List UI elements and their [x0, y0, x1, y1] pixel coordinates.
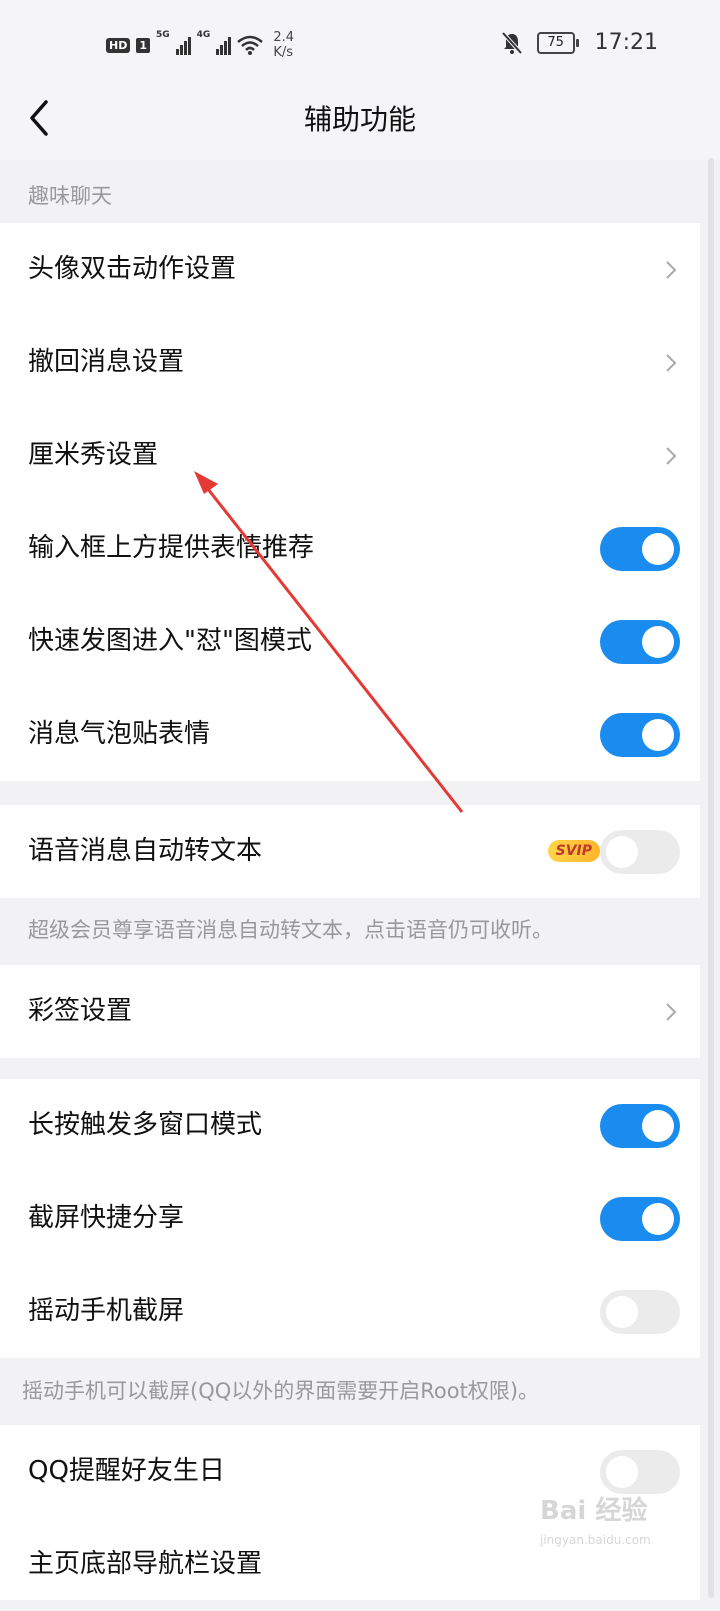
network-speed-unit: K/s [273, 45, 293, 60]
row-multi-window: 长按触发多窗口模式 [0, 1079, 700, 1172]
row-label: 撤回消息设置 [28, 347, 185, 377]
row-label: 语音消息自动转文本 [28, 836, 263, 866]
row-emoji-recommend: 输入框上方提供表情推荐 [0, 502, 700, 595]
watermark-text: Bai 经验 [540, 1496, 648, 1526]
baidu-watermark: Bai 经验 jingyan.baidu.com [540, 1490, 651, 1547]
row-label: 截屏快捷分享 [28, 1203, 185, 1233]
chevron-right-icon [666, 1003, 677, 1021]
row-label: 头像双击动作设置 [28, 254, 237, 284]
row-label: 快速发图进入"怼"图模式 [28, 626, 312, 656]
row-label: 消息气泡贴表情 [28, 719, 211, 749]
row-bubble-sticker: 消息气泡贴表情 [0, 688, 700, 781]
battery-icon: 75 [536, 31, 579, 54]
voice-note: 超级会员尊享语音消息自动转文本，点击语音仍可收听。 [28, 918, 553, 942]
nav-bar: 辅助功能 [0, 90, 720, 160]
status-left: HD 1 5G 4G 2.4 K/s [106, 30, 294, 60]
section-title: 趣味聊天 [28, 184, 112, 208]
signal-icon [175, 35, 191, 55]
watermark-url: jingyan.baidu.com [540, 1533, 651, 1547]
scrollbar[interactable] [708, 158, 714, 1598]
wifi-icon [237, 35, 264, 55]
chevron-right-icon [666, 261, 677, 279]
row-label: QQ提醒好友生日 [28, 1456, 225, 1486]
network-speed-value: 2.4 [273, 30, 294, 45]
settings-group-caiqian: 彩签设置 [0, 965, 700, 1058]
emoji-recommend-toggle[interactable] [600, 527, 680, 571]
quick-photo-toggle[interactable] [600, 620, 680, 664]
multi-window-toggle[interactable] [600, 1104, 680, 1148]
network-speed: 2.4 K/s [273, 30, 294, 60]
row-label: 厘米秀设置 [28, 440, 159, 470]
chevron-right-icon [666, 447, 677, 465]
hd-icon: HD [106, 37, 131, 53]
row-shake-screenshot: 摇动手机截屏 [0, 1265, 700, 1358]
sim-icon: 1 [136, 37, 150, 53]
page-title: 辅助功能 [303, 103, 416, 136]
row-cmshow[interactable]: 厘米秀设置 [0, 409, 700, 502]
bubble-sticker-toggle[interactable] [600, 713, 680, 757]
row-screenshot-share: 截屏快捷分享 [0, 1172, 700, 1265]
settings-group-voice: 语音消息自动转文本 SVIP [0, 805, 700, 898]
shake-screenshot-toggle[interactable] [600, 1290, 680, 1334]
row-recall-message[interactable]: 撤回消息设置 [0, 316, 700, 409]
screenshot-share-toggle[interactable] [600, 1197, 680, 1241]
chevron-right-icon [666, 354, 677, 372]
settings-group-fun-chat: 头像双击动作设置 撤回消息设置 厘米秀设置 输入框上方提供表情推荐 快速发图进入… [0, 223, 700, 781]
status-right: 75 17:21 [501, 30, 658, 55]
status-bar: HD 1 5G 4G 2.4 K/s 75 17:21 [0, 0, 720, 90]
row-label: 彩签设置 [28, 996, 133, 1026]
shake-note: 摇动手机可以截屏(QQ以外的界面需要开启Root权限)。 [22, 1379, 540, 1403]
row-quick-photo: 快速发图进入"怼"图模式 [0, 595, 700, 688]
svip-badge: SVIP [547, 840, 600, 862]
settings-group-screen: 长按触发多窗口模式 截屏快捷分享 摇动手机截屏 [0, 1079, 700, 1358]
row-label: 摇动手机截屏 [28, 1296, 185, 1326]
signal-icon-2 [216, 35, 232, 55]
row-avatar-double-click[interactable]: 头像双击动作设置 [0, 223, 700, 316]
birthday-reminder-toggle[interactable] [600, 1450, 680, 1494]
row-label: 长按触发多窗口模式 [28, 1110, 263, 1140]
voice-to-text-toggle[interactable] [600, 830, 680, 874]
row-label: 主页底部导航栏设置 [28, 1549, 263, 1579]
network-gen-1: 5G [156, 30, 170, 40]
bell-muted-icon [501, 31, 523, 54]
clock: 17:21 [594, 30, 658, 55]
network-gen-2: 4G [196, 30, 211, 40]
row-label: 输入框上方提供表情推荐 [28, 533, 315, 563]
row-voice-to-text: 语音消息自动转文本 SVIP [0, 805, 700, 898]
row-caiqian[interactable]: 彩签设置 [0, 965, 700, 1058]
